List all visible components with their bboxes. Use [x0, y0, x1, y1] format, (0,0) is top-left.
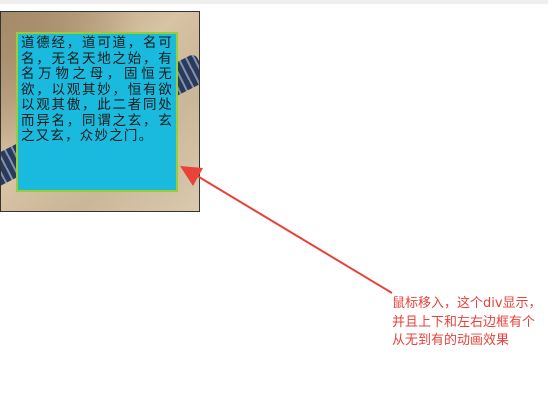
- top-divider: [0, 0, 548, 4]
- annotation-note: 鼠标移入，这个div显示，并且上下和左右边框有个从无到有的动画效果: [392, 296, 542, 348]
- hover-overlay-div[interactable]: 道德经，道可道，名可名，无名天地之始，有名万物之母，固恒无欲，以观其妙，恒有欲以…: [16, 32, 178, 192]
- hover-overlay-text: 道德经，道可道，名可名，无名天地之始，有名万物之母，固恒无欲，以观其妙，恒有欲以…: [21, 35, 173, 144]
